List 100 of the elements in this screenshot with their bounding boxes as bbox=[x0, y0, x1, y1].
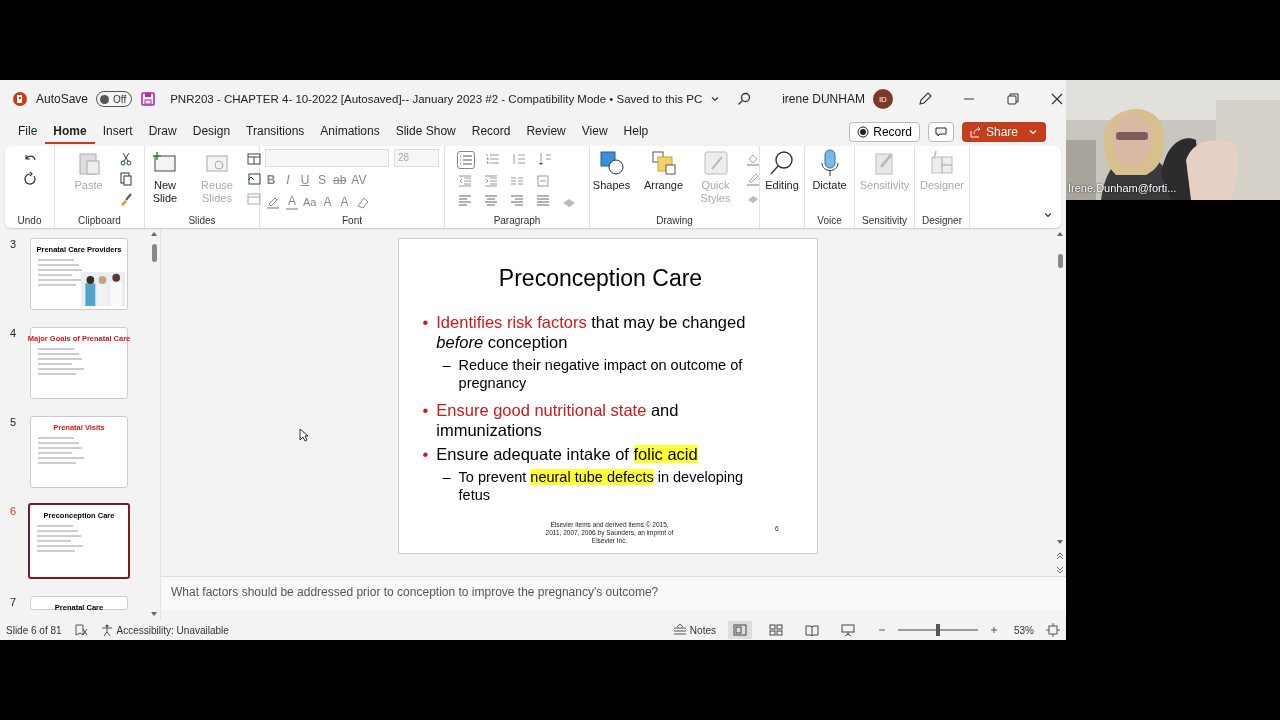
font-button[interactable]: Aa bbox=[303, 196, 317, 208]
menu-tab[interactable]: Review bbox=[518, 120, 574, 144]
previous-slide-icon[interactable] bbox=[1056, 552, 1064, 560]
autosave-label: AutoSave bbox=[36, 92, 89, 106]
zoom-slider[interactable] bbox=[898, 624, 978, 636]
zoom-level[interactable]: 53% bbox=[1014, 624, 1034, 636]
new-slide-button[interactable]: New Slide bbox=[142, 149, 188, 205]
slide-text-drawing bbox=[37, 437, 85, 464]
font-button[interactable]: A bbox=[286, 194, 298, 210]
scissors-icon[interactable] bbox=[117, 151, 134, 167]
menu-tab[interactable]: Animations bbox=[312, 120, 388, 144]
format-button[interactable]: S bbox=[316, 173, 328, 187]
format-button[interactable]: AV bbox=[351, 173, 367, 187]
caret-icon[interactable] bbox=[1028, 127, 1038, 137]
font-button[interactable]: A bbox=[338, 195, 351, 209]
zoom-in-icon[interactable] bbox=[990, 626, 998, 634]
menu-tab[interactable]: Insert bbox=[94, 120, 141, 144]
scroll-down-icon[interactable] bbox=[150, 610, 158, 618]
slide-number: 7 bbox=[10, 596, 18, 610]
scrollbar-thumb[interactable] bbox=[151, 244, 157, 262]
notes-field[interactable]: What factors should be addressed prior to conception to improve the pregnancy's outcome? bbox=[161, 576, 1066, 610]
menu-tab[interactable]: Record bbox=[463, 120, 519, 144]
search-icon bbox=[768, 149, 796, 177]
menu-tab[interactable]: Design bbox=[184, 120, 239, 144]
collapse-ribbon-icon[interactable] bbox=[1043, 210, 1053, 220]
menu-tab[interactable]: Help bbox=[615, 120, 657, 144]
slide-show-icon bbox=[841, 623, 855, 637]
comments-button[interactable] bbox=[927, 122, 954, 142]
group-label: Sensitivity bbox=[862, 215, 907, 226]
slide-number: 3 bbox=[10, 238, 18, 252]
format-button[interactable]: U bbox=[299, 173, 311, 187]
slide-number: 4 bbox=[10, 327, 18, 341]
menu-tab[interactable]: Slide Show bbox=[387, 120, 464, 144]
scroll-up-icon[interactable] bbox=[150, 230, 158, 238]
document-title: PNR203 - CHAPTER 4- 10-2022 [Autosaved]-- January 2023 #2 - Compatibility Mode • Saved to this PC bbox=[170, 93, 703, 105]
scroll-down-icon[interactable] bbox=[1056, 538, 1064, 546]
shapes-icon bbox=[597, 149, 626, 177]
group-label: Paragraph bbox=[493, 215, 541, 226]
user-avatar[interactable]: ID bbox=[872, 89, 893, 109]
menu-tab[interactable]: View bbox=[573, 120, 616, 144]
slide-sorter-icon bbox=[769, 623, 783, 637]
format-button[interactable]: ab bbox=[333, 173, 347, 187]
pen-icon[interactable] bbox=[916, 91, 933, 107]
justify-icon[interactable] bbox=[535, 193, 551, 209]
format-button[interactable]: I bbox=[282, 173, 294, 187]
menu-tab[interactable]: File bbox=[10, 120, 46, 144]
zoom-out-icon[interactable] bbox=[878, 626, 886, 634]
chevron-down-icon[interactable] bbox=[710, 94, 721, 104]
notes-button[interactable]: Notes bbox=[672, 623, 716, 637]
accessibility-status[interactable]: Accessibility: Unavailable bbox=[99, 623, 229, 637]
fit-to-window-icon[interactable] bbox=[1046, 623, 1060, 637]
group-label: Clipboard bbox=[78, 215, 121, 226]
normal-view-icon bbox=[733, 623, 747, 637]
slide-counter: Slide 6 of 81 bbox=[6, 624, 62, 636]
bullet-marker: – bbox=[442, 468, 451, 487]
scrollbar-thumb[interactable] bbox=[1057, 254, 1063, 268]
font-button[interactable]: A bbox=[321, 195, 334, 209]
share-icon bbox=[969, 126, 982, 138]
shapes-button[interactable]: Shapes bbox=[588, 149, 635, 192]
menu-tab[interactable]: Home bbox=[45, 120, 95, 144]
copy-icon[interactable] bbox=[117, 171, 134, 187]
outline-icon[interactable] bbox=[744, 171, 761, 187]
search-icon[interactable] bbox=[736, 91, 753, 107]
editing-button[interactable]: Editing bbox=[759, 149, 805, 192]
reading-view-icon bbox=[805, 623, 819, 637]
share-button[interactable]: Share bbox=[961, 122, 1046, 142]
font-name-field[interactable] bbox=[265, 149, 389, 167]
layout-icon[interactable] bbox=[246, 151, 262, 167]
redo-icon[interactable] bbox=[21, 171, 38, 187]
app-logo-icon bbox=[12, 91, 28, 107]
group-label: Slides bbox=[188, 215, 216, 226]
reset-icon[interactable] bbox=[246, 171, 262, 187]
slide-title: Preconception Care bbox=[497, 265, 704, 292]
group-label: Voice bbox=[817, 215, 842, 226]
bullet-text: To prevent neural tube defects in developing fetus bbox=[458, 468, 745, 504]
menu-tab[interactable]: Transitions bbox=[238, 120, 313, 144]
slide-number: 5 bbox=[10, 416, 18, 430]
restore-icon[interactable] bbox=[1004, 91, 1021, 107]
slide-text-drawing bbox=[36, 525, 84, 552]
bullet-text: Identifies risk factors that may be changed before conception bbox=[436, 312, 747, 352]
text-direction-icon[interactable] bbox=[537, 151, 553, 167]
arrange-icon bbox=[649, 149, 678, 177]
align-right-icon[interactable] bbox=[509, 193, 525, 209]
record-button[interactable]: Record bbox=[849, 122, 920, 142]
arrange-button[interactable]: Arrange bbox=[640, 149, 687, 192]
group-label: Undo bbox=[17, 215, 42, 226]
align-left-icon[interactable] bbox=[457, 193, 473, 209]
next-slide-icon[interactable] bbox=[1056, 566, 1064, 574]
dictate-button[interactable]: Dictate bbox=[806, 149, 853, 192]
align-center-icon[interactable] bbox=[483, 193, 499, 209]
spellcheck-icon[interactable] bbox=[73, 623, 88, 637]
save-icon[interactable] bbox=[140, 91, 157, 107]
slide-text-drawing bbox=[37, 259, 85, 286]
bullets-icon[interactable] bbox=[457, 151, 475, 169]
view-button[interactable] bbox=[728, 621, 752, 639]
format-button[interactable]: B bbox=[265, 173, 277, 187]
scroll-up-icon[interactable] bbox=[1056, 230, 1064, 238]
menu-tab[interactable]: Draw bbox=[140, 120, 185, 144]
slide-number: 6 bbox=[10, 505, 18, 519]
notes-icon bbox=[672, 623, 687, 637]
